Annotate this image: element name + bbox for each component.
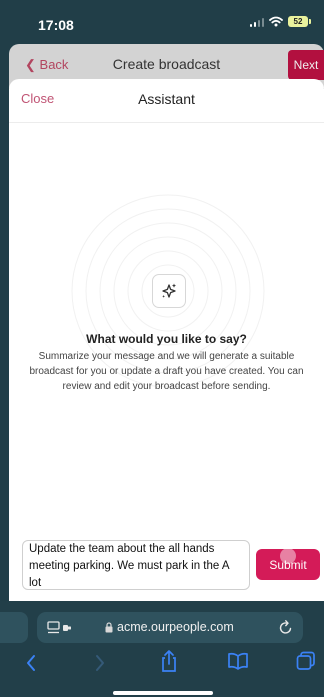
previous-tab-preview[interactable] [0,612,28,643]
reload-icon[interactable] [279,620,293,635]
home-indicator[interactable] [113,691,213,695]
sheet-header: Close Assistant [9,79,324,123]
next-button[interactable]: Next [288,50,324,80]
browser-toolbar: acme.ourpeople.com [0,601,324,697]
sheet-title: Assistant [138,91,195,107]
prompt-heading: What would you like to say? [86,332,247,346]
assistant-sheet: Close Assistant What would you like to s… [9,79,324,601]
browser-nav-bar [0,649,324,677]
system-indicators: 52 [249,16,311,27]
lock-icon [105,622,113,633]
address-bar[interactable]: acme.ourpeople.com [37,612,303,643]
tabs-icon[interactable] [296,651,316,671]
sparkle-icon [152,274,186,308]
share-icon[interactable] [160,649,178,673]
back-arrow-icon[interactable] [25,653,37,673]
reader-icon[interactable] [47,621,73,635]
url-text: acme.ourpeople.com [117,620,234,634]
touch-indicator [280,548,296,564]
message-input[interactable]: Update the team about the all hands meet… [22,540,250,590]
bookmarks-icon[interactable] [227,652,249,670]
battery-icon: 52 [288,16,311,27]
page-title: Create broadcast [112,56,221,72]
wifi-icon [269,16,283,27]
cellular-signal-icon [249,17,264,27]
status-bar: 17:08 52 [0,0,324,44]
status-time: 17:08 [38,17,74,33]
prompt-description: Summarize your message and we will gener… [29,351,304,392]
forward-arrow-icon[interactable] [94,653,106,673]
